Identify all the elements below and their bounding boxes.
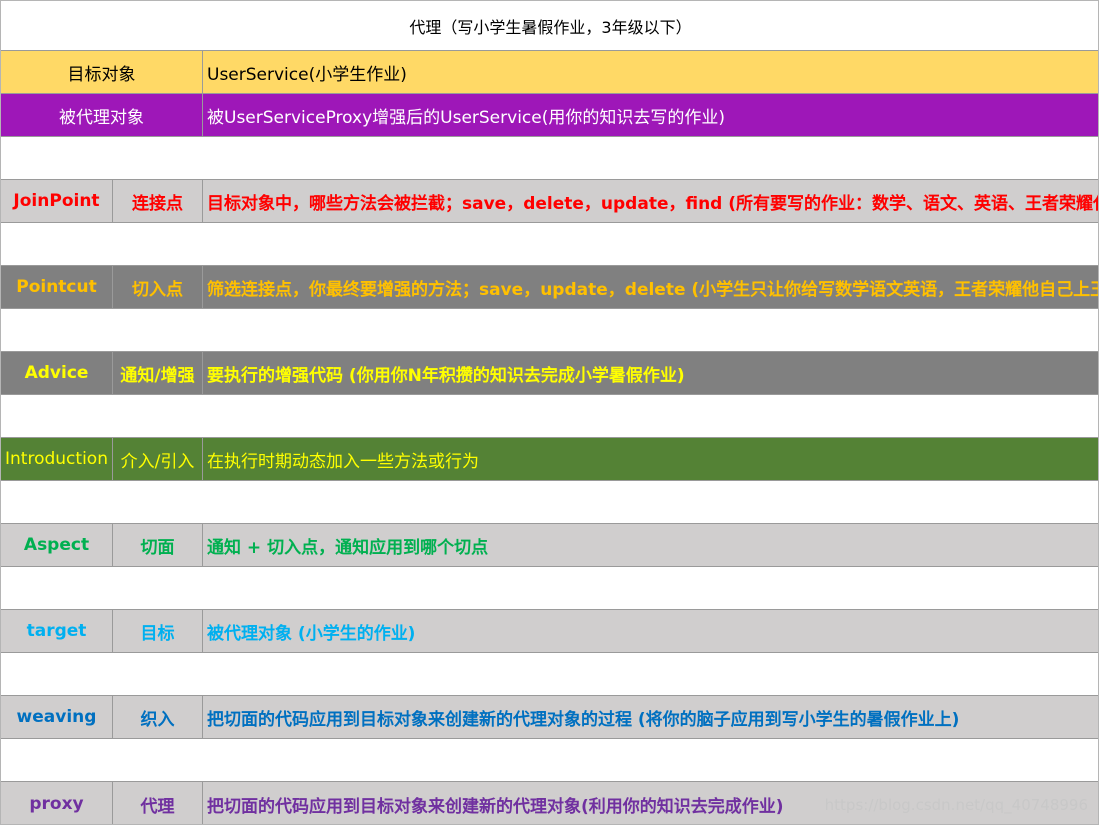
empty-row xyxy=(1,223,1098,266)
spreadsheet: 代理（写小学生暑假作业，3年级以下） 目标对象 UserService(小学生作… xyxy=(0,0,1099,825)
proxied-object-label: 被代理对象 xyxy=(1,94,203,136)
target-object-row: 目标对象 UserService(小学生作业) xyxy=(1,51,1098,94)
concept-cn: 连接点 xyxy=(113,180,203,222)
empty-row xyxy=(1,739,1098,782)
concept-desc: 要执行的增强代码 (你用你N年积攒的知识去完成小学暑假作业) xyxy=(207,365,685,386)
target-object-value: UserService(小学生作业) xyxy=(207,64,407,85)
sheet-title: 代理（写小学生暑假作业，3年级以下） xyxy=(1,1,1098,51)
watermark: https://blog.csdn.net/qq_40748996 xyxy=(824,796,1088,814)
concept-cn: 织入 xyxy=(113,696,203,738)
empty-row xyxy=(1,567,1098,610)
proxied-object-value: 被UserServiceProxy增强后的UserService(用你的知识去写… xyxy=(207,107,725,128)
concept-term: target xyxy=(1,610,113,652)
empty-row xyxy=(1,395,1098,438)
concept-cn: 目标 xyxy=(113,610,203,652)
concept-cn: 切面 xyxy=(113,524,203,566)
concept-cn: 介入/引入 xyxy=(113,438,203,480)
concept-cn: 代理 xyxy=(113,782,203,824)
concept-desc: 在执行时期动态加入一些方法或行为 xyxy=(207,451,479,472)
concept-desc: 筛选连接点，你最终要增强的方法；save，update，delete (小学生只… xyxy=(207,279,1099,300)
concept-term: Advice xyxy=(1,352,113,394)
empty-row xyxy=(1,137,1098,180)
concept-desc: 目标对象中，哪些方法会被拦截；save，delete，update，find (… xyxy=(207,193,1099,214)
concept-row-weaving: weaving 织入 把切面的代码应用到目标对象来创建新的代理对象的过程 (将你… xyxy=(1,696,1098,739)
concept-row-joinpoint: JoinPoint 连接点 目标对象中，哪些方法会被拦截；save，delete… xyxy=(1,180,1099,223)
concept-term: Aspect xyxy=(1,524,113,566)
concept-desc: 通知 + 切入点，通知应用到哪个切点 xyxy=(207,537,489,558)
concept-row-advice: Advice 通知/增强 要执行的增强代码 (你用你N年积攒的知识去完成小学暑假… xyxy=(1,352,1098,395)
concept-desc: 被代理对象 (小学生的作业) xyxy=(207,623,416,644)
concept-cn: 通知/增强 xyxy=(113,352,203,394)
concept-term: proxy xyxy=(1,782,113,824)
concept-row-target: target 目标 被代理对象 (小学生的作业) xyxy=(1,610,1098,653)
concept-row-pointcut: Pointcut 切入点 筛选连接点，你最终要增强的方法；save，update… xyxy=(1,266,1099,309)
concept-term: JoinPoint xyxy=(1,180,113,222)
proxied-object-row: 被代理对象 被UserServiceProxy增强后的UserService(用… xyxy=(1,94,1098,137)
empty-row xyxy=(1,653,1098,696)
concept-row-aspect: Aspect 切面 通知 + 切入点，通知应用到哪个切点 xyxy=(1,524,1098,567)
empty-row xyxy=(1,481,1098,524)
concept-term: Pointcut xyxy=(1,266,113,308)
empty-row xyxy=(1,309,1098,352)
concept-term: Introduction xyxy=(1,438,113,480)
concept-desc: 把切面的代码应用到目标对象来创建新的代理对象的过程 (将你的脑子应用到写小学生的… xyxy=(207,709,960,730)
concept-cn: 切入点 xyxy=(113,266,203,308)
concept-term: weaving xyxy=(1,696,113,738)
concept-row-introduction: Introduction 介入/引入 在执行时期动态加入一些方法或行为 xyxy=(1,438,1098,481)
target-object-label: 目标对象 xyxy=(1,51,203,93)
